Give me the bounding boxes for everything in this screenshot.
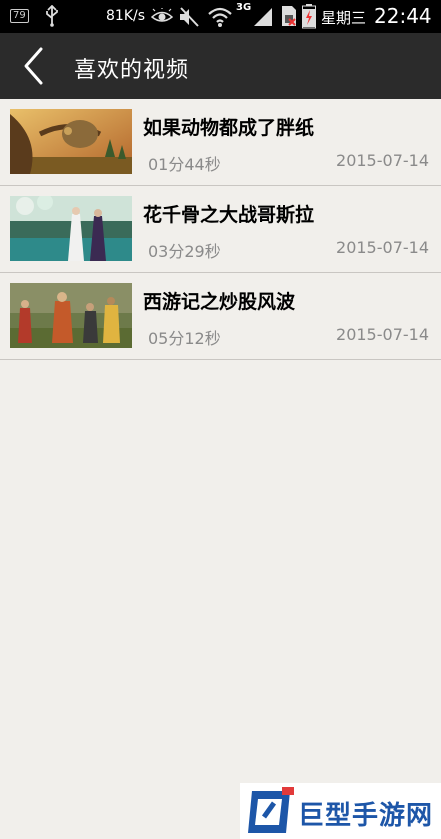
- back-arrow-icon: [24, 47, 43, 85]
- video-thumbnail: [10, 283, 132, 348]
- back-button[interactable]: [8, 41, 58, 91]
- watermark-text: 巨型手游网: [298, 801, 434, 831]
- video-duration: 03分29秒: [148, 242, 221, 261]
- status-bar: 79 81K/s 3G 星期三 22:44: [0, 0, 441, 33]
- video-title: 花千骨之大战哥斯拉: [143, 204, 315, 226]
- video-date: 2015-07-14: [336, 238, 429, 257]
- usb-icon: [46, 5, 58, 27]
- video-duration: 01分44秒: [148, 155, 221, 174]
- wifi-icon: [208, 7, 232, 27]
- favorite-videos-list: 如果动物都成了胖纸 01分44秒 2015-07-14 花千骨之大战哥斯拉 03…: [0, 99, 441, 360]
- battery-charging-icon: [302, 4, 316, 29]
- video-thumbnail: [10, 109, 132, 174]
- video-title: 西游记之炒股风波: [143, 291, 296, 313]
- status-time: 22:44: [374, 4, 432, 28]
- status-date: 星期三: [321, 9, 367, 27]
- video-date: 2015-07-14: [336, 325, 429, 344]
- video-date: 2015-07-14: [336, 151, 429, 170]
- eye-icon: [151, 8, 173, 22]
- battery-level-indicator: 79: [10, 9, 29, 23]
- video-thumbnail: [10, 196, 132, 261]
- video-list-item[interactable]: 如果动物都成了胖纸 01分44秒 2015-07-14: [0, 99, 441, 186]
- sim-card-icon: [282, 6, 296, 26]
- watermark-logo-icon: [248, 787, 294, 833]
- signal-icon: [254, 8, 272, 26]
- page-title: 喜欢的视频: [74, 58, 190, 83]
- network-type: 3G: [236, 2, 252, 13]
- network-speed: 81K/s: [106, 8, 146, 24]
- video-list-item[interactable]: 西游记之炒股风波 05分12秒 2015-07-14: [0, 273, 441, 360]
- video-list-item[interactable]: 花千骨之大战哥斯拉 03分29秒 2015-07-14: [0, 186, 441, 273]
- title-bar: 喜欢的视频: [0, 33, 441, 99]
- mute-icon: [180, 7, 199, 27]
- video-duration: 05分12秒: [148, 329, 221, 348]
- watermark: 巨型手游网: [240, 783, 441, 839]
- video-title: 如果动物都成了胖纸: [143, 117, 315, 139]
